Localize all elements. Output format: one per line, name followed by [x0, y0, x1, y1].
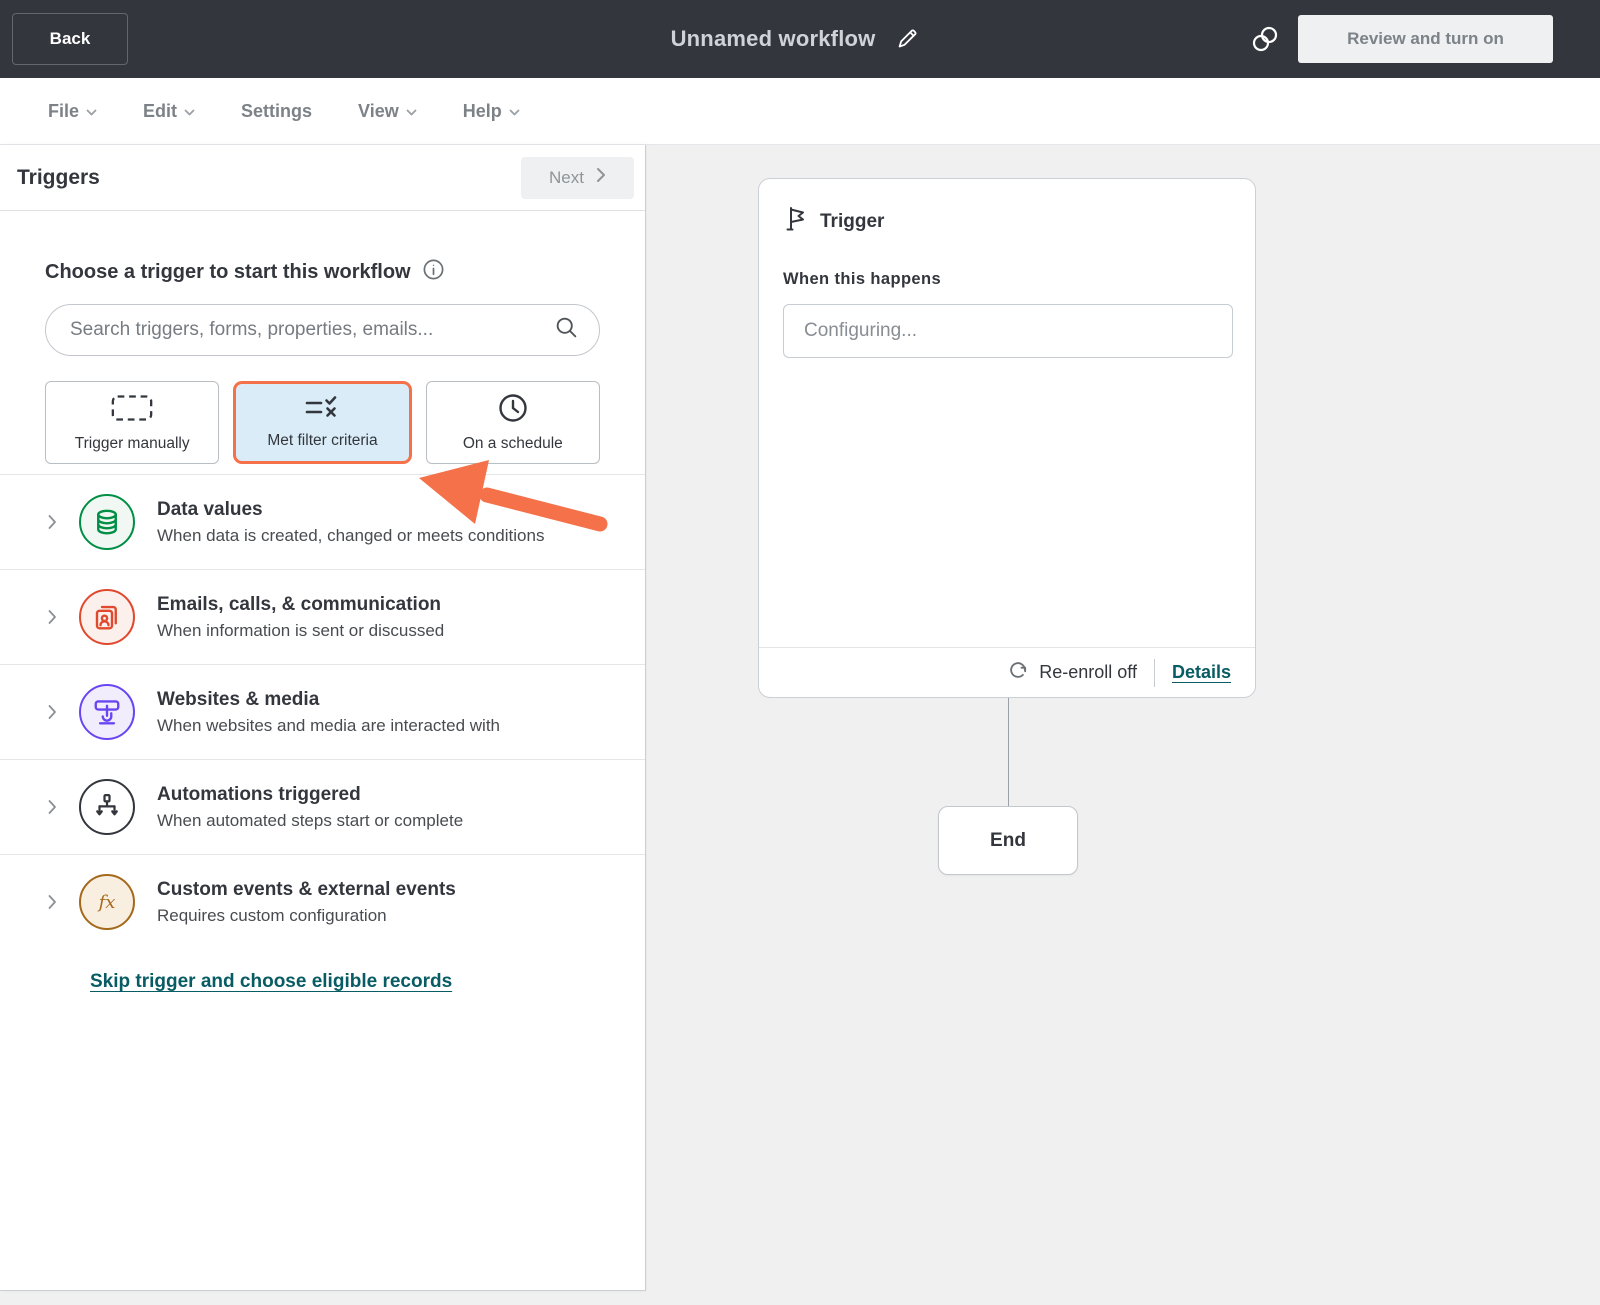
pencil-icon: [895, 26, 919, 53]
category-row-custom-events-external-events[interactable]: fx Custom events & external events Require…: [0, 854, 645, 949]
panel-header: Triggers Next: [0, 145, 645, 211]
trigger-search-input[interactable]: [70, 319, 554, 341]
trigger-card-footer: Re-enroll off Details: [759, 647, 1255, 697]
fx-icon: fx: [79, 874, 135, 930]
refresh-icon: [1007, 659, 1029, 686]
reenroll-label: Re-enroll off: [1039, 662, 1137, 682]
menu-item-view[interactable]: View: [358, 101, 417, 122]
workflow-canvas: Trigger When this happens Re-enroll off …: [647, 145, 1600, 1305]
flag-icon: [783, 205, 809, 238]
when-this-happens-label: When this happens: [783, 270, 942, 288]
next-button-label: Next: [549, 167, 584, 187]
trigger-category-list: Data values When data is created, changed…: [0, 474, 645, 949]
quick-trigger-on-a-schedule[interactable]: On a schedule: [425, 381, 600, 464]
menu-item-label: View: [358, 100, 399, 121]
category-subtitle: When data is created, changed or meets c…: [157, 525, 545, 545]
chevron-right-icon: [48, 514, 57, 530]
panel-title: Triggers: [17, 165, 100, 189]
menu-item-settings[interactable]: Settings: [241, 101, 312, 122]
footer-divider: [1153, 658, 1155, 687]
info-icon[interactable]: [422, 258, 445, 286]
svg-text:fx: fx: [97, 892, 116, 913]
quick-trigger-cards: Trigger manually Met filter criteria On a …: [45, 381, 600, 464]
trigger-configuring-input[interactable]: [783, 304, 1233, 358]
category-row-automations-triggered[interactable]: Automations triggered When automated step…: [0, 759, 645, 854]
dashed-box-icon: [109, 392, 155, 427]
category-row-emails-calls-communication[interactable]: Emails, calls, & communication When infor…: [0, 569, 645, 664]
chevron-right-icon: [48, 704, 57, 720]
chevron-right-icon: [596, 167, 606, 188]
menu-item-label: Settings: [241, 100, 313, 121]
quick-trigger-label: On a schedule: [462, 435, 563, 452]
category-subtitle: When websites and media are interacted w…: [157, 715, 501, 735]
trigger-node-title: Trigger: [820, 210, 885, 232]
trigger-node-card[interactable]: Trigger When this happens Re-enroll off …: [758, 178, 1256, 698]
menu-bar: File Edit Settings View Help: [0, 78, 1600, 145]
automation-icon: [79, 779, 135, 835]
details-link[interactable]: Details: [1172, 662, 1231, 683]
menu-item-label: Edit: [143, 100, 178, 121]
category-row-websites-media[interactable]: Websites & media When websites and media …: [0, 664, 645, 759]
menu-item-help[interactable]: Help: [463, 101, 520, 122]
chevron-right-icon: [48, 799, 57, 815]
review-and-turn-on-button[interactable]: Review and turn on: [1298, 15, 1553, 63]
quick-trigger-label: Met filter criteria: [267, 432, 378, 449]
end-node[interactable]: End: [938, 806, 1078, 875]
category-title: Emails, calls, & communication: [157, 593, 442, 615]
menu-item-label: Help: [462, 100, 502, 121]
menu-item-file[interactable]: File: [48, 101, 97, 122]
top-bar: Back Unnamed workflow Review and turn on: [0, 0, 1600, 78]
category-title: Custom events & external events: [157, 878, 456, 900]
workflow-title: Unnamed workflow: [670, 26, 876, 51]
triggers-panel: Triggers Next Choose a trigger to start …: [0, 145, 646, 1291]
skip-trigger-link[interactable]: Skip trigger and choose eligible records: [90, 971, 452, 993]
category-subtitle: Requires custom configuration: [157, 905, 387, 925]
chevron-down-icon: [86, 101, 97, 122]
clock-icon: [497, 392, 529, 427]
copy-link-button[interactable]: [1250, 24, 1280, 57]
quick-trigger-trigger-manually[interactable]: Trigger manually: [45, 381, 220, 464]
next-button[interactable]: Next: [521, 156, 634, 199]
reenroll-status: Re-enroll off: [1007, 659, 1137, 686]
search-icon[interactable]: [554, 315, 579, 345]
edit-title-button[interactable]: [895, 26, 919, 53]
category-subtitle: When automated steps start or complete: [157, 810, 464, 830]
chevron-down-icon: [184, 101, 195, 122]
contact-card-icon: [79, 589, 135, 645]
database-icon: [79, 494, 135, 550]
category-title: Websites & media: [157, 688, 320, 710]
chevron-down-icon: [509, 101, 520, 122]
back-button[interactable]: Back: [12, 13, 128, 65]
chevron-down-icon: [406, 101, 417, 122]
tap-icon: [79, 684, 135, 740]
trigger-search-box: [45, 304, 600, 356]
quick-trigger-met-filter-criteria[interactable]: Met filter criteria: [233, 381, 412, 464]
category-title: Data values: [157, 498, 263, 520]
chevron-right-icon: [48, 894, 57, 910]
flow-connector-line: [1008, 698, 1009, 806]
choose-trigger-heading: Choose a trigger to start this workflow: [45, 260, 411, 283]
chevron-right-icon: [48, 609, 57, 625]
filter-criteria-icon: [304, 395, 340, 424]
category-title: Automations triggered: [157, 783, 361, 805]
category-subtitle: When information is sent or discussed: [157, 620, 445, 640]
link-icon: [1250, 26, 1280, 57]
quick-trigger-label: Trigger manually: [74, 435, 190, 452]
category-row-data-values[interactable]: Data values When data is created, changed…: [0, 474, 645, 569]
menu-item-edit[interactable]: Edit: [143, 101, 195, 122]
menu-item-label: File: [48, 100, 80, 121]
